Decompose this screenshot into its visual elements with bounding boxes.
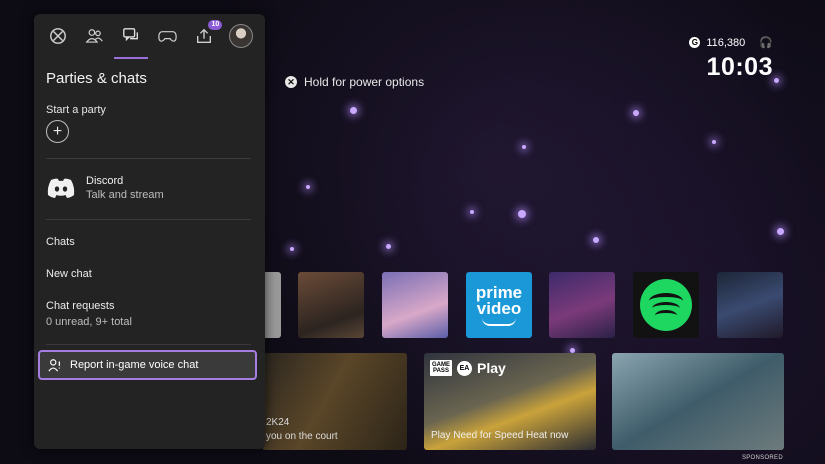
discord-name: Discord [86,175,124,187]
particle [470,210,474,214]
game-tile-mass-effect[interactable] [717,272,783,338]
game-tile-dreamlight-valley[interactable] [382,272,448,338]
chat-bubbles-icon [123,28,139,42]
menu-item-chats[interactable]: Chats [46,236,75,248]
particle [777,228,784,235]
chats-label: Chats [46,236,75,248]
guide-tabs: 10 [34,14,265,59]
chat-requests-label: Chat requests [46,300,115,312]
prime-smile-icon [482,318,516,326]
tab-home[interactable] [43,21,73,51]
tab-profile[interactable] [226,21,256,51]
controller-icon [158,31,177,42]
people-icon [85,29,104,43]
tab-parties-chats[interactable] [114,21,149,59]
gamerscore-value: 116,380 [706,36,746,49]
ea-logo: EA [457,360,472,376]
gamerscore-icon: G [689,37,701,48]
clock: 10:03 [706,53,773,81]
promo-card-gamepass[interactable]: GAME PASS EA Play Play Need for Speed Hea… [424,353,596,450]
divider [46,158,251,159]
status-area: G 116,380 🎧 10:03 [689,36,773,82]
divider [46,344,251,345]
particle [774,78,779,83]
gamepass-caption: Play Need for Speed Heat now [431,430,569,441]
prime-video-logo-line2: video [476,298,522,318]
chat-requests-subtitle: 0 unread, 9+ total [46,316,132,328]
gamerscore: G 116,380 🎧 [689,36,773,49]
app-tile-spotify[interactable] [633,272,699,338]
notification-badge: 10 [208,20,223,30]
page-title: Parties & chats [46,70,147,87]
report-person-icon [48,359,61,372]
start-party-label: Start a party [46,104,106,116]
particle [386,244,391,249]
gamepass-branding: GAME PASS EA Play [430,360,506,376]
game-tile-diablo[interactable] [298,272,364,338]
discord-subtitle: Talk and stream [86,189,164,201]
particle [522,145,526,149]
particle [712,140,716,144]
headset-icon: 🎧 [759,37,773,49]
promo-card-immortals[interactable] [612,353,784,450]
xbox-icon [50,28,67,44]
gamepass-logo: GAME PASS [430,360,452,376]
report-voice-chat-button[interactable]: Report in-game voice chat [38,350,257,380]
nba-card-title: 2K24 [266,417,290,428]
app-tile-prime-video[interactable]: prime video [466,272,532,338]
xbox-button-icon: ✕ [285,76,297,88]
power-hint-label: Hold for power options [304,75,425,89]
game-tile-towerfall[interactable] [549,272,615,338]
tab-controller[interactable] [153,21,183,51]
promo-card-nba[interactable]: 2K24 you on the court [262,353,407,450]
tab-uploads[interactable]: 10 [189,20,223,51]
particle [306,185,310,189]
divider [46,219,251,220]
particle [593,237,599,243]
avatar [228,24,253,48]
spotify-icon [640,279,692,331]
plus-icon: + [52,122,63,140]
start-party-button[interactable]: + [46,120,69,143]
guide-panel: 10 Parties & chats Start a party + Disco… [34,14,265,449]
new-chat-label: New chat [46,268,92,280]
ea-play-label: Play [477,360,506,376]
power-hint: ✕ Hold for power options [285,75,424,89]
report-voice-chat-label: Report in-game voice chat [70,359,199,371]
particle [518,210,526,218]
particle [290,247,294,251]
menu-item-new-chat[interactable]: New chat [46,268,92,280]
particle [633,110,639,116]
discord-item[interactable]: Discord Talk and stream [46,175,164,201]
particle [350,107,357,114]
tab-people[interactable] [80,21,110,51]
sponsored-label: SPONSORED [741,455,783,461]
nba-card-subtitle: you on the court [266,431,338,442]
discord-icon [47,178,75,198]
menu-item-chat-requests[interactable]: Chat requests 0 unread, 9+ total [46,300,132,328]
